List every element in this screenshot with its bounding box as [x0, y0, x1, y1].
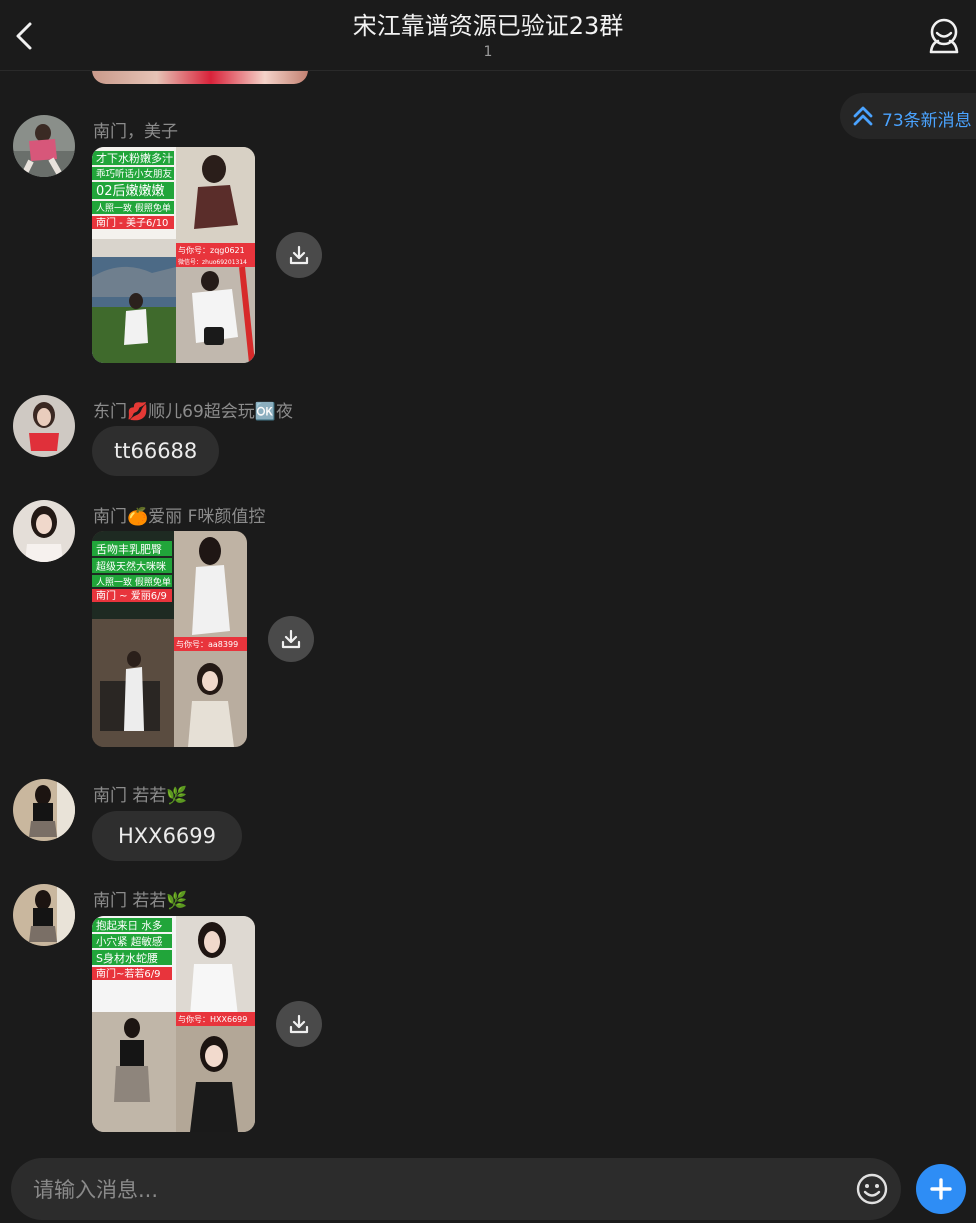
poster-line: 人照一致 假照免单 [96, 202, 171, 214]
avatar[interactable] [13, 115, 75, 177]
poster-line: 人照一致 假照免单 [96, 576, 171, 588]
avatar[interactable] [13, 779, 75, 841]
text-message[interactable]: tt66688 [92, 426, 220, 476]
poster-contact: 与你号：aa8399 [176, 639, 238, 649]
new-messages-label: 73条新消息 [882, 111, 972, 131]
group-profile-icon[interactable] [926, 16, 962, 54]
plus-icon [930, 1178, 952, 1200]
chat-header: 宋江靠谱资源已验证23群 1 [0, 0, 976, 71]
download-button[interactable] [276, 232, 322, 278]
download-icon [289, 1014, 309, 1034]
message-input[interactable] [31, 1170, 835, 1210]
avatar[interactable] [13, 884, 75, 946]
text-message[interactable]: HXX6699 [92, 811, 243, 861]
poster-line: 舌吻丰乳肥臀 [96, 543, 162, 556]
member-count: 1 [483, 44, 493, 60]
sender-name: 南门，美子 [93, 122, 178, 142]
poster-line: 才下水粉嫩多汁 [96, 151, 173, 165]
image-message[interactable]: 才下水粉嫩多汁 乖巧听话小女朋友 02后嫩嫩嫩 人照一致 假照免单 南门 - 美… [92, 147, 255, 363]
image-message[interactable]: 舌吻丰乳肥臀 超级天然大咪咪 人照一致 假照免单 南门 ~ 爱丽6/9 与你号：… [92, 531, 247, 747]
message-composer [11, 1158, 901, 1220]
poster-line: S身材水蛇腰 [96, 951, 158, 965]
download-icon [289, 245, 309, 265]
poster-line: 南门 - 美子6/10 [96, 216, 168, 229]
poster-line: 南门~若若6/9 [96, 967, 160, 980]
group-title: 宋江靠谱资源已验证23群 [352, 12, 624, 40]
poster-line: 小穴紧 超敏感 [96, 935, 163, 948]
avatar[interactable] [13, 395, 75, 457]
poster-contact: 与你号：zqg0621 [178, 245, 245, 255]
sender-name: 南门 若若🌿 [93, 891, 188, 911]
poster-contact: 微信号：zhuo69201314 [178, 258, 247, 266]
download-button[interactable] [268, 616, 314, 662]
poster-line: 超级天然大咪咪 [96, 560, 166, 573]
poster-contact: 与你号：HXX6699 [178, 1014, 247, 1024]
download-icon [281, 629, 301, 649]
new-messages-button[interactable]: 73条新消息 [840, 93, 976, 139]
sender-name: 东门💋顺儿69超会玩🆗夜 [93, 402, 293, 422]
emoji-icon[interactable] [855, 1172, 889, 1206]
avatar[interactable] [13, 500, 75, 562]
sender-name: 南门🍊爱丽 F咪颜值控 [93, 507, 266, 527]
poster-line: 抱起来日 水多 [96, 919, 162, 932]
double-chevron-up-icon [852, 104, 874, 128]
image-message[interactable]: 抱起来日 水多 小穴紧 超敏感 S身材水蛇腰 南门~若若6/9 与你号：HXX6… [92, 916, 255, 1132]
poster-line: 南门 ~ 爱丽6/9 [96, 589, 167, 602]
poster-line: 02后嫩嫩嫩 [96, 184, 165, 199]
download-button[interactable] [276, 1001, 322, 1047]
add-attachment-button[interactable] [916, 1164, 966, 1214]
poster-line: 乖巧听话小女朋友 [96, 168, 173, 180]
sender-name: 南门 若若🌿 [93, 786, 188, 806]
